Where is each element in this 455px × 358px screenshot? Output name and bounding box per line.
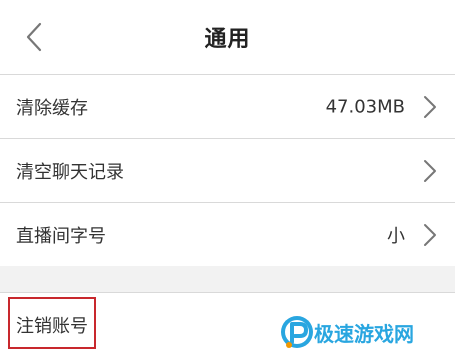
watermark-text: 极速游戏网: [314, 322, 414, 346]
watermark-logo-icon: [281, 316, 313, 348]
chevron-right-icon: [424, 224, 436, 246]
chevron-right-icon: [424, 160, 436, 182]
live-room-font-size-label: 直播间字号: [16, 226, 106, 247]
cache-size-value: 47.03MB: [325, 96, 405, 118]
clear-chat-history-row[interactable]: 清空聊天记录: [0, 139, 455, 203]
live-room-font-size-row[interactable]: 直播间字号 小: [0, 203, 455, 267]
clear-chat-history-label: 清空聊天记录: [16, 162, 124, 183]
chevron-right-icon: [424, 96, 436, 118]
highlight-annotation-box: [8, 297, 96, 349]
section-gap: [0, 266, 455, 293]
page-title: 通用: [204, 27, 251, 52]
site-watermark: 极速游戏网: [278, 312, 438, 352]
font-size-value: 小: [387, 226, 405, 247]
clear-cache-label: 清除缓存: [16, 98, 88, 119]
top-bar: 通用: [0, 0, 455, 74]
clear-cache-row[interactable]: 清除缓存 47.03MB: [0, 75, 455, 139]
